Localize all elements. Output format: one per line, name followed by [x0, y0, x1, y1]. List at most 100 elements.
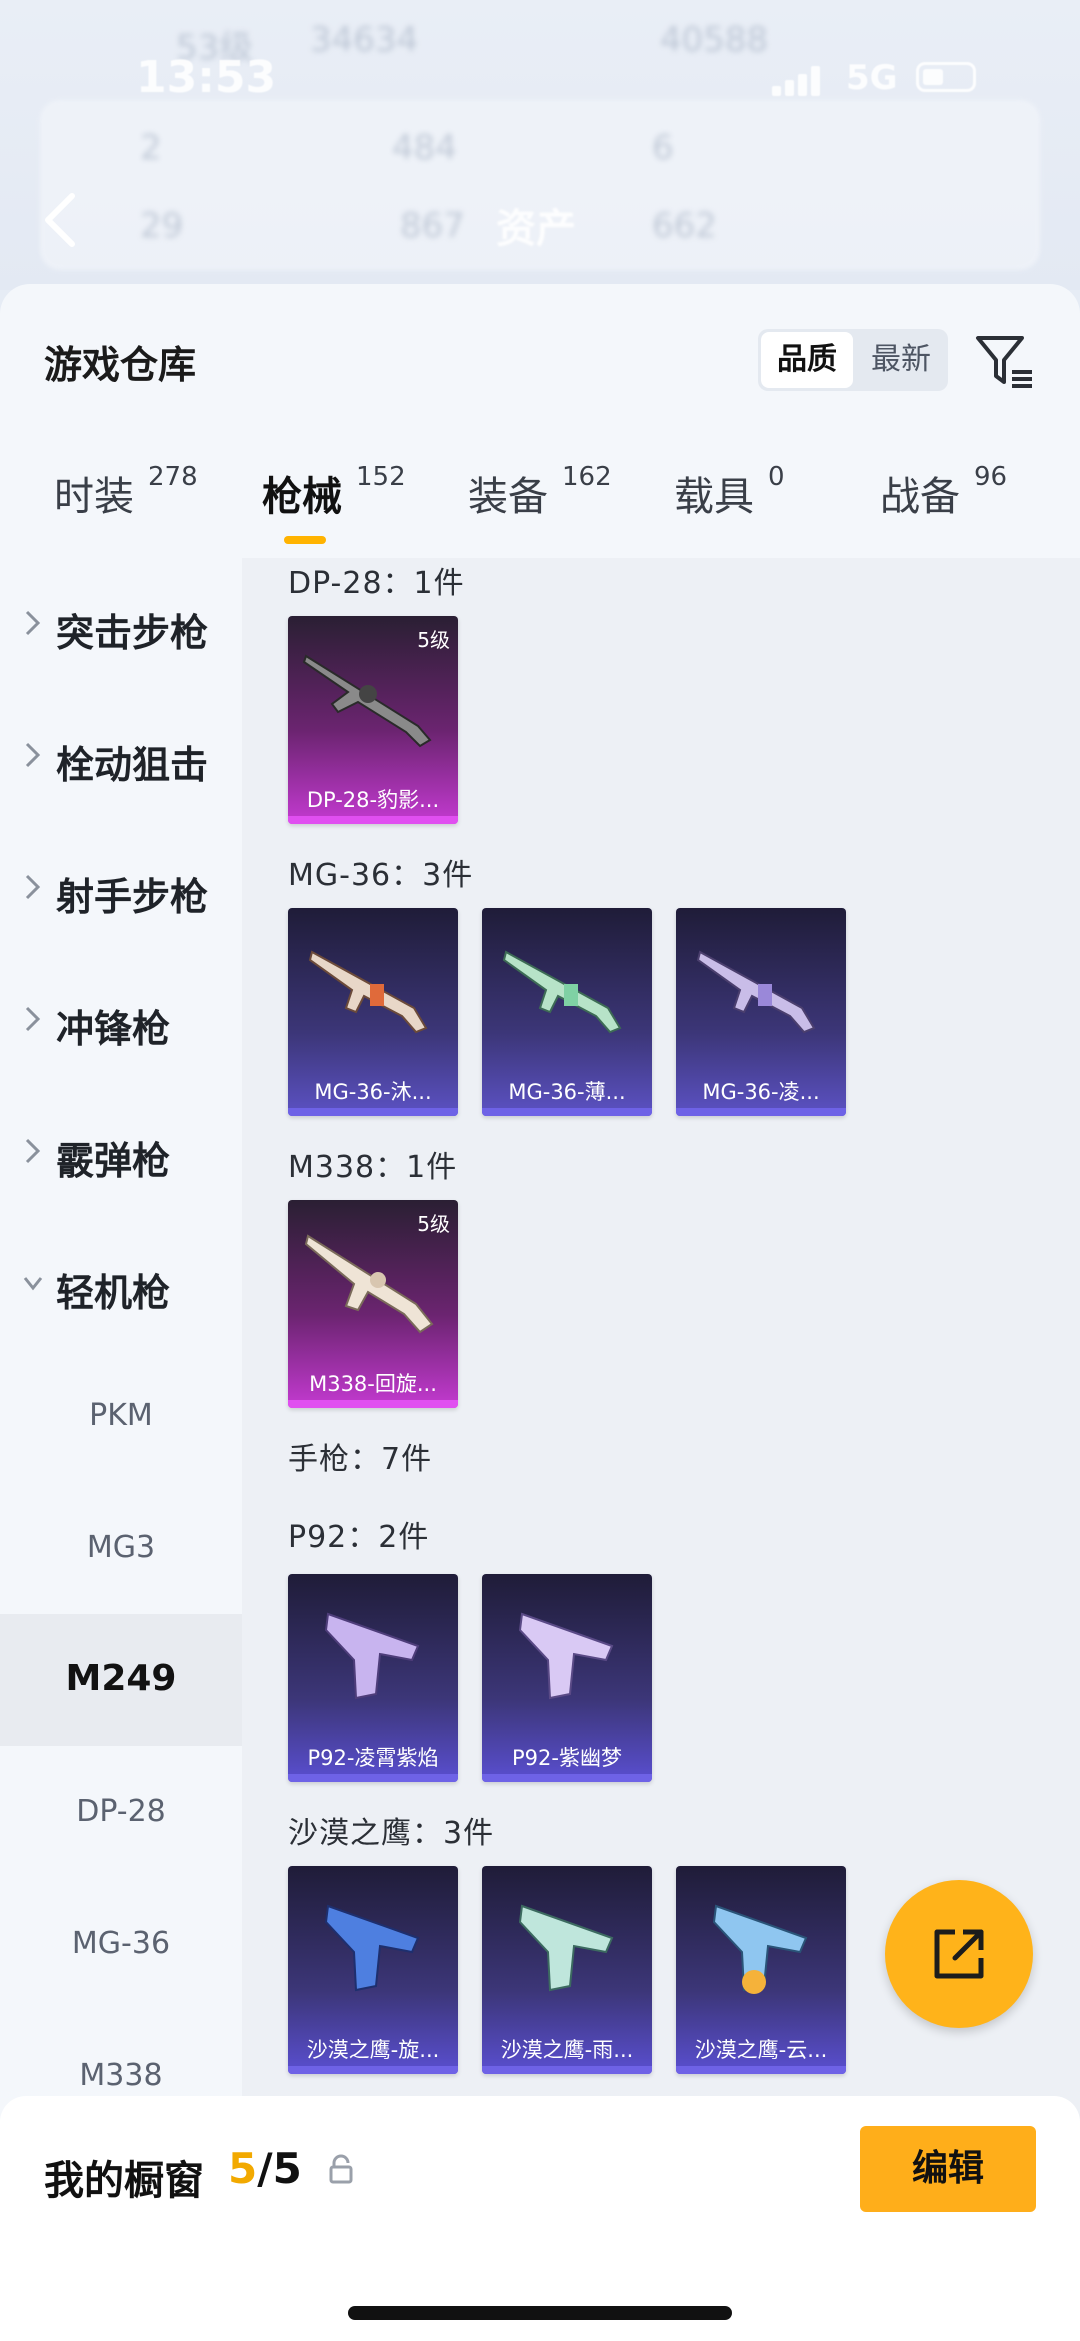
showcase-current: 5	[228, 2144, 258, 2193]
category-label: 霰弹枪	[56, 1139, 171, 1183]
lmg-skin-image	[502, 950, 622, 1034]
sort-toggle: 品质 最新	[758, 329, 948, 391]
skin-card[interactable]: P92-凌霄紫焰	[288, 1574, 458, 1782]
subcategory-label: DP-28	[76, 1794, 166, 1829]
skin-name: MG-36-沐...	[314, 1080, 432, 1104]
bg-stat: 484	[392, 128, 457, 168]
showcase-bar: 我的橱窗 5/5 编辑	[0, 2096, 1080, 2341]
category-smg[interactable]: 冲锋枪	[0, 954, 242, 1086]
category-shotgun[interactable]: 霰弹枪	[0, 1086, 242, 1218]
skin-name: 沙漠之鹰-旋...	[306, 2038, 440, 2062]
tab-count: 96	[974, 462, 1008, 492]
sort-option-quality[interactable]: 品质	[761, 332, 853, 388]
tab-label: 枪械	[262, 474, 342, 520]
showcase-count: 5/5	[228, 2144, 302, 2193]
subcategory-mg36[interactable]: MG-36	[0, 1878, 242, 2010]
tab-count: 162	[562, 462, 612, 492]
skin-name: P92-紫幽梦	[512, 1746, 622, 1770]
subcategory-dp28[interactable]: DP-28	[0, 1746, 242, 1878]
filter-icon[interactable]	[972, 328, 1036, 392]
pistol-skin-image	[324, 1904, 420, 1992]
status-time: 13:53	[136, 52, 277, 103]
category-label: 冲锋枪	[56, 1007, 171, 1051]
category-marksman-rifle[interactable]: 射手步枪	[0, 822, 242, 954]
subcategory-label: MG3	[86, 1530, 156, 1565]
chevron-down-icon	[23, 1277, 43, 1291]
chevron-right-icon	[25, 874, 41, 900]
home-indicator	[348, 2306, 732, 2320]
skin-card[interactable]: MG-36-薄...	[482, 908, 652, 1116]
share-icon	[934, 1929, 984, 1979]
pistol-skin-image	[518, 1904, 614, 1992]
skin-card[interactable]: MG-36-沐...	[288, 908, 458, 1116]
category-label: 轻机枪	[56, 1271, 171, 1315]
skin-card[interactable]: MG-36-凌...	[676, 908, 846, 1116]
group-title: 沙漠之鹰：3件	[288, 1816, 495, 1851]
skin-card[interactable]: 5级 DP-28-豹影...	[288, 616, 458, 824]
pistol-skin-image	[518, 1612, 614, 1700]
showcase-total: /5	[257, 2144, 302, 2193]
subcategory-label: PKM	[89, 1398, 153, 1433]
section-title: 手枪：7件	[288, 1442, 433, 1477]
pistol-skin-image	[712, 1904, 808, 1994]
skin-name: 沙漠之鹰-云...	[694, 2038, 828, 2062]
network-type: 5G	[846, 58, 898, 98]
bg-stat: 34634	[310, 20, 419, 60]
chevron-right-icon	[25, 742, 41, 768]
rarity-bar	[288, 1774, 458, 1782]
tab-label: 载具	[674, 474, 754, 520]
skin-card[interactable]: 5级 M338-回旋...	[288, 1200, 458, 1408]
rarity-bar	[482, 1774, 652, 1782]
bg-stat: 662	[652, 206, 717, 246]
category-label: 突击步枪	[56, 611, 209, 655]
chevron-right-icon	[25, 1006, 41, 1032]
subcategory-label: M338	[79, 2058, 163, 2093]
chevron-right-icon	[25, 1138, 41, 1164]
tab-count: 278	[148, 462, 198, 492]
sort-option-latest[interactable]: 最新	[854, 329, 948, 391]
lock-icon	[329, 2154, 353, 2184]
category-assault-rifle[interactable]: 突击步枪	[0, 558, 242, 690]
bg-stat: 867	[400, 206, 465, 246]
back-icon[interactable]	[40, 190, 80, 250]
rarity-bar	[482, 1108, 652, 1116]
skin-card[interactable]: 沙漠之鹰-雨...	[482, 1866, 652, 2074]
lmg-skin-image	[304, 1234, 434, 1334]
skin-name: DP-28-豹影...	[306, 788, 440, 812]
background-header: 53级 34634 40588 2 484 6 29 867 662 资产 13…	[0, 0, 1080, 290]
category-label: 栓动狙击	[56, 743, 209, 787]
tab-count: 152	[356, 462, 406, 492]
skin-card[interactable]: P92-紫幽梦	[482, 1574, 652, 1782]
subcategory-m249[interactable]: M249	[0, 1614, 242, 1746]
bg-stat: 2	[140, 128, 162, 168]
subcategory-mg3[interactable]: MG3	[0, 1482, 242, 1614]
category-lmg[interactable]: 轻机枪	[0, 1218, 242, 1350]
skin-card[interactable]: 沙漠之鹰-旋...	[288, 1866, 458, 2074]
rarity-bar	[288, 816, 458, 824]
skin-name: P92-凌霄紫焰	[307, 1746, 439, 1770]
rarity-bar	[676, 1108, 846, 1116]
pistol-skin-image	[324, 1612, 420, 1700]
subcategory-label: MG-36	[71, 1926, 171, 1961]
skin-name: MG-36-凌...	[702, 1080, 820, 1104]
warehouse-sheet: 游戏仓库 品质 最新 时装 278 枪械 152 装备 162 载具 0 战备 …	[0, 284, 1080, 2341]
subcategory-pkm[interactable]: PKM	[0, 1350, 242, 1482]
rarity-bar	[288, 1400, 458, 1408]
group-title: M338：1件	[288, 1150, 458, 1185]
tab-count: 0	[768, 462, 785, 492]
rarity-bar	[676, 2066, 846, 2074]
weapon-grid: DP-28：1件 5级 DP-28-豹影... MG-36：3件 MG-36-沐…	[242, 558, 1080, 2341]
share-button[interactable]	[885, 1880, 1033, 2028]
skin-name: MG-36-薄...	[508, 1080, 626, 1104]
tab-label: 时装	[54, 474, 134, 520]
category-bolt-sniper[interactable]: 栓动狙击	[0, 690, 242, 822]
edit-button[interactable]: 编辑	[860, 2126, 1036, 2212]
page-title: 资产	[496, 206, 576, 252]
skin-name: M338-回旋...	[309, 1372, 437, 1396]
group-title: P92：2件	[288, 1520, 430, 1555]
tab-label: 装备	[468, 474, 548, 520]
skin-card[interactable]: 沙漠之鹰-云...	[676, 1866, 846, 2074]
status-indicators: 5G	[772, 58, 992, 102]
showcase-label: 我的橱窗	[44, 2158, 204, 2204]
category-tabs: 时装 278 枪械 152 装备 162 载具 0 战备 96	[0, 434, 1080, 544]
